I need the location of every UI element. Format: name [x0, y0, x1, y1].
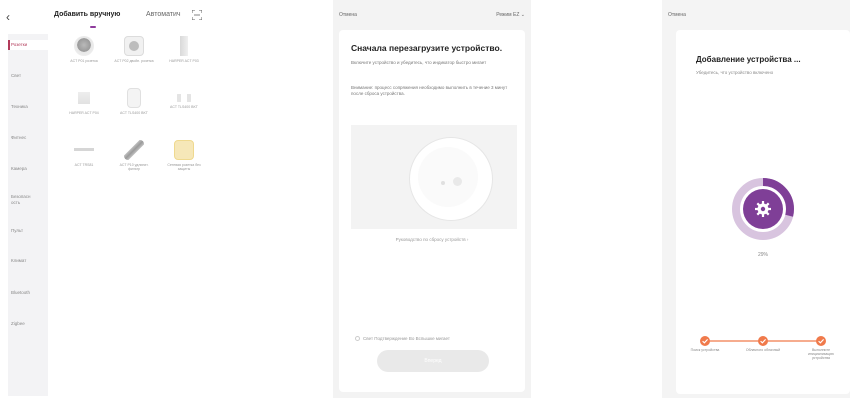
adding-device-screen: Отмена Добавление устройства ... Убедите… [662, 0, 850, 398]
reset-guide-label: Руководство по сбросу устройств [395, 237, 466, 242]
smart-switch-icon [127, 88, 141, 108]
instruction-card: Сначала перезагрузите устройство. Включи… [339, 30, 525, 392]
step-1-check-icon [700, 336, 710, 346]
device-tile-label: ACT P01 розетка [70, 59, 98, 63]
sidebar-item-label: Климат [11, 258, 27, 263]
step-3-label: Выполните инициализацию устройства [808, 348, 834, 361]
gear-icon [755, 201, 771, 217]
sidebar-item-zigbee[interactable]: Zigbee [8, 321, 48, 327]
scan-icon[interactable] [192, 10, 202, 20]
next-button[interactable]: Вперед [377, 350, 489, 372]
indicator-light [453, 177, 462, 186]
sidebar-item-light[interactable]: Свет [8, 73, 48, 79]
round-socket-icon [74, 36, 94, 56]
step-2-check-icon [758, 336, 768, 346]
device-tile-label: HARPER ACT P03 [169, 59, 199, 63]
sidebar-item-label: Розетки [11, 42, 28, 47]
sidebar-item-label: Zigbee [11, 321, 25, 326]
confirm-label: Свет Подтверждение Во Вспышке мигает [363, 336, 450, 341]
device-tile-label: ACT TLS400 BKT [170, 105, 198, 109]
power-strip-icon [124, 140, 144, 160]
plug-icon [78, 88, 90, 108]
device-tile[interactable]: ACT P02 двойн. розетка [114, 36, 154, 63]
sidebar-item-label: Bluetooth [11, 290, 31, 295]
back-arrow-icon[interactable]: ‹ [6, 8, 10, 26]
plug-adapter-icon [174, 36, 194, 56]
cancel-button[interactable]: Отмена [339, 12, 357, 18]
device-tile[interactable]: ACT P10 удлинит. фильтр [114, 140, 154, 171]
page-title: Сначала перезагрузите устройство. [351, 43, 503, 53]
page-title: Добавление устройства ... [696, 55, 801, 64]
mode-label: Режим EZ [496, 12, 520, 18]
device-face [418, 147, 478, 207]
device-illustration [351, 125, 517, 229]
device-category-screen: ‹ Добавить вручную Автоматич Розетки Све… [4, 0, 214, 398]
sidebar-item-fitness[interactable]: Фитнес [8, 135, 48, 141]
device-tile[interactable]: HARPER ACT P03 [164, 36, 204, 63]
warning-text: Внимание: процесс сопряжения необходимо … [351, 85, 508, 96]
sidebar-item-label: Пульт [11, 228, 24, 233]
double-plug-icon [174, 94, 194, 102]
device-tile-label: ACT TRS81 [74, 163, 94, 167]
device-tile-label: Сетевая розетка без защиты [167, 163, 201, 171]
sidebar-item-climate[interactable]: Климат [8, 258, 48, 264]
step-indicator [700, 336, 826, 346]
sidebar-item-label: Камера [11, 166, 27, 171]
socket-hole-icon [129, 41, 139, 51]
category-sidebar: Розетки Свет Техника Фитнес Камера Безоп… [8, 34, 48, 396]
active-category-bar [8, 40, 10, 50]
sidebar-item-sockets[interactable]: Розетки [8, 40, 48, 50]
sidebar-item-security[interactable]: Безопасн ость [8, 194, 38, 206]
step-2-label: Облачного облачный [745, 348, 781, 352]
chevron-down-icon: ⌄ [520, 12, 525, 18]
sidebar-item-camera[interactable]: Камера [8, 166, 48, 172]
active-tab-indicator [90, 26, 96, 28]
top-bar: ‹ Добавить вручную Автоматич [4, 8, 214, 28]
instruction-text: Включите устройство и убедитесь, что инд… [351, 60, 487, 65]
device-tile[interactable]: Сетевая розетка без защиты [164, 140, 204, 171]
device-tile-label: ACT P10 удлинит. фильтр [119, 163, 149, 171]
device-tile[interactable]: ACT TLS400 BKT [164, 88, 204, 109]
device-tile-label: HARPER ACT P04 [69, 111, 99, 115]
mode-dropdown[interactable]: Режим EZ ⌄ [496, 12, 525, 18]
sidebar-item-appliances[interactable]: Техника [8, 104, 48, 110]
step-1-label: Поиск устройства [690, 348, 720, 352]
reset-button-dot [441, 181, 445, 185]
progress-percent: 29% [757, 252, 768, 258]
strip-icon [74, 140, 94, 160]
reset-guide-link[interactable]: Руководство по сбросу устройств › [339, 237, 525, 242]
device-tile[interactable]: ACT TLS400 BKT [114, 88, 154, 115]
progress-card: Добавление устройства ... Убедитесь, что… [676, 30, 850, 394]
sidebar-item-bluetooth[interactable]: Bluetooth [8, 290, 48, 296]
chevron-right-icon: › [466, 237, 469, 242]
checkbox-circle-icon [355, 336, 360, 342]
sidebar-item-label: Техника [11, 104, 28, 109]
device-tile[interactable]: ACT P01 розетка [64, 36, 104, 63]
device-tile[interactable]: ACT TRS81 [64, 140, 104, 167]
sidebar-item-label: Безопасн ость [11, 194, 31, 205]
cancel-button[interactable]: Отмена [668, 12, 686, 18]
device-tile-label: ACT P02 двойн. розетка [114, 59, 154, 63]
progress-ring [732, 178, 794, 240]
yellow-socket-icon [174, 140, 194, 160]
sidebar-item-label: Свет [11, 73, 22, 78]
confirm-checkbox[interactable]: Свет Подтверждение Во Вспышке мигает [355, 336, 450, 342]
device-tile-label: ACT TLS400 BKT [120, 111, 148, 115]
subtitle: Убедитесь, что устройство включено [696, 70, 774, 75]
sidebar-item-label: Фитнес [11, 135, 27, 140]
sidebar-item-remote[interactable]: Пульт [8, 228, 48, 234]
reset-device-screen: Отмена Режим EZ ⌄ Сначала перезагрузите … [333, 0, 531, 398]
square-socket-icon [124, 36, 144, 56]
step-3-check-icon [816, 336, 826, 346]
tab-auto[interactable]: Автоматич [146, 11, 181, 18]
device-tile[interactable]: HARPER ACT P04 [64, 88, 104, 115]
tab-manual[interactable]: Добавить вручную [54, 11, 120, 18]
